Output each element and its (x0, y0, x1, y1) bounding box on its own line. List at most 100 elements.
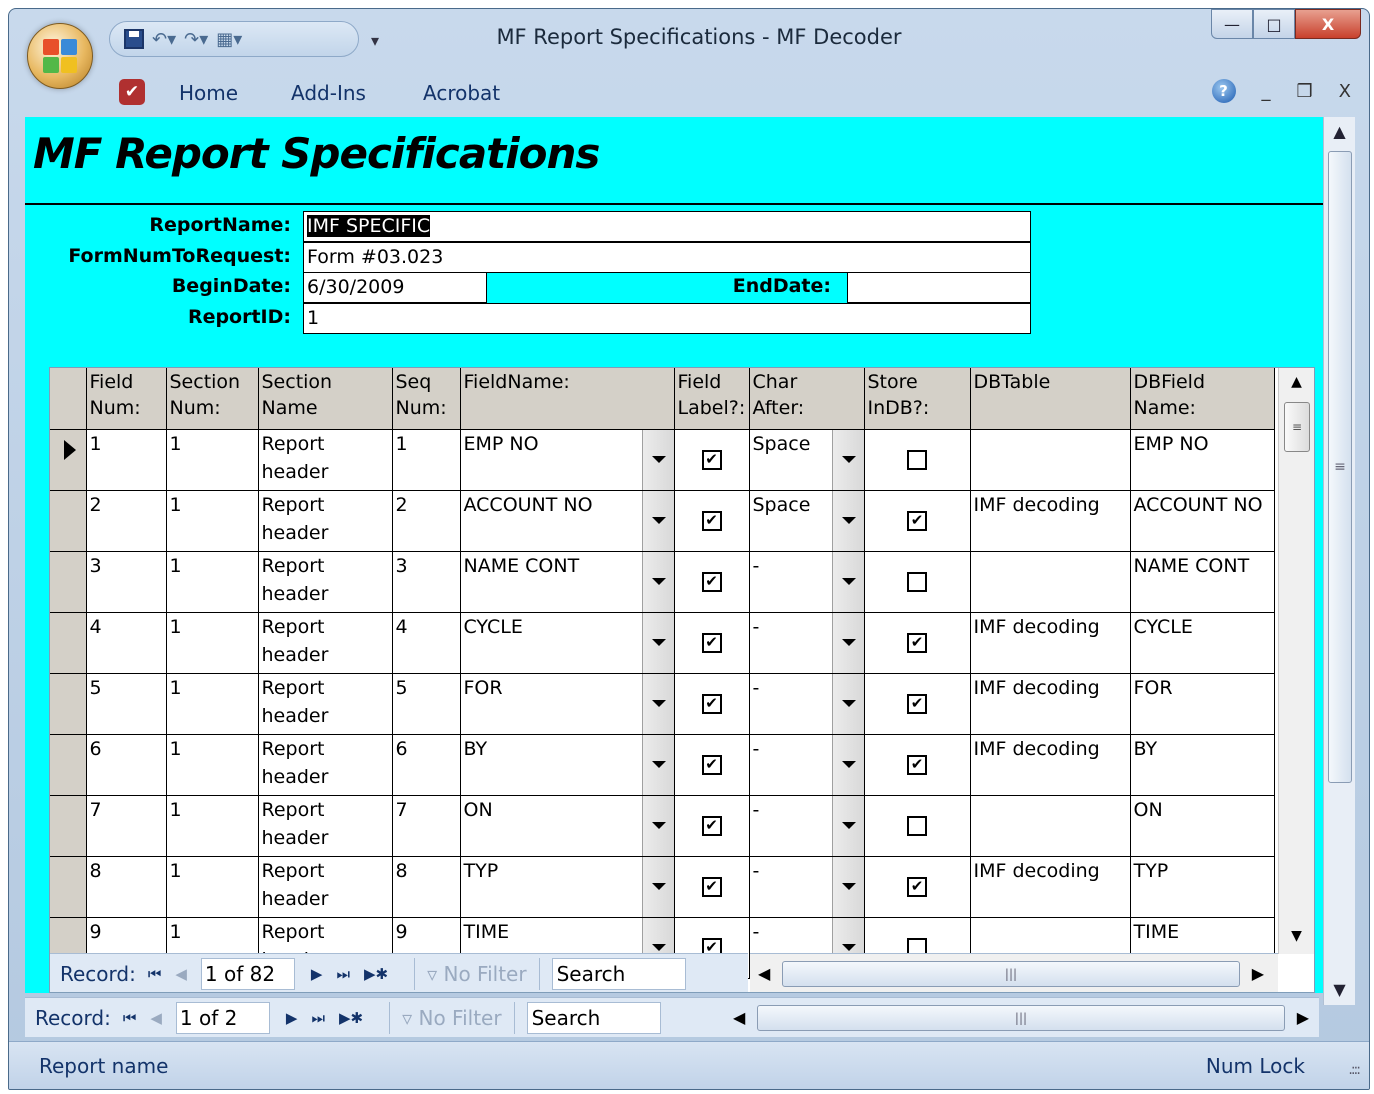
dropdown-arrow-icon[interactable] (641, 673, 674, 734)
maximize-button[interactable]: □ (1253, 9, 1295, 39)
form-vertical-scrollbar[interactable]: ▲ ≡ ▼ (1323, 117, 1355, 1005)
dropdown-arrow-icon[interactable] (831, 673, 864, 734)
cell-store-indb[interactable] (864, 795, 971, 857)
last-record-icon[interactable]: ⏭ (336, 965, 350, 983)
cell-field-name[interactable]: ACCOUNT NO (460, 490, 675, 552)
header-seq-num[interactable]: Seq Num: (392, 368, 461, 430)
header-dbfield[interactable]: DBField Name: (1130, 368, 1275, 430)
cell-dbfield[interactable]: EMP NO (1130, 429, 1275, 491)
cell-dbfield[interactable]: CYCLE (1130, 612, 1275, 674)
cell-dbfield[interactable]: NAME CONT (1130, 551, 1275, 613)
previous-record-icon[interactable]: ◀ (150, 1009, 162, 1027)
cell-field-label[interactable]: ✔ (674, 734, 750, 796)
cell-section-num[interactable]: 1 (166, 551, 259, 613)
cell-char-after[interactable]: - (749, 551, 865, 613)
cell-section-name[interactable]: Report header (258, 795, 393, 857)
first-record-icon[interactable]: ⏮ (148, 965, 162, 983)
field-label-checkbox[interactable]: ✔ (701, 876, 722, 897)
cell-field-name[interactable]: FOR (460, 673, 675, 735)
cell-section-num[interactable]: 1 (166, 673, 259, 735)
tab-home[interactable]: Home (179, 81, 238, 105)
table-row[interactable]: 3 1 Report header 3 NAME CONT ✔ - NAME CONT (50, 551, 1275, 613)
cell-field-label[interactable]: ✔ (674, 612, 750, 674)
new-record-icon[interactable]: ▶✱ (339, 1009, 363, 1027)
cell-char-after[interactable]: - (749, 795, 865, 857)
cell-field-num[interactable]: 5 (86, 673, 167, 735)
cell-field-num[interactable]: 7 (86, 795, 167, 857)
dropdown-arrow-icon[interactable] (831, 490, 864, 551)
cell-section-name[interactable]: Report header (258, 734, 393, 796)
cell-char-after[interactable]: - (749, 612, 865, 674)
cell-section-name[interactable]: Report header (258, 673, 393, 735)
row-selector[interactable] (50, 429, 87, 491)
search-input[interactable]: Search (551, 957, 686, 990)
previous-record-icon[interactable]: ◀ (175, 965, 187, 983)
row-selector[interactable] (50, 551, 87, 613)
store-indb-checkbox[interactable]: ✔ (907, 632, 927, 653)
row-selector[interactable] (50, 795, 87, 857)
doc-minimize-button[interactable]: _ (1262, 81, 1271, 102)
tab-add-ins[interactable]: Add-Ins (291, 81, 366, 105)
store-indb-checkbox[interactable]: ✔ (907, 876, 927, 897)
scroll-thumb[interactable]: ||| (757, 1004, 1285, 1031)
cell-store-indb[interactable]: ✔ (864, 490, 971, 552)
dropdown-arrow-icon[interactable] (641, 612, 674, 673)
scroll-left-icon[interactable]: ◀ (733, 1008, 745, 1027)
row-selector[interactable] (50, 734, 87, 796)
field-label-checkbox[interactable]: ✔ (701, 754, 722, 775)
row-selector[interactable] (50, 490, 87, 552)
search-input[interactable]: Search (526, 1001, 661, 1034)
begin-date-field[interactable]: 6/30/2009 (303, 272, 487, 303)
tab-acrobat[interactable]: Acrobat (423, 81, 500, 105)
cell-dbtable[interactable] (970, 795, 1131, 857)
table-row[interactable]: 5 1 Report header 5 FOR ✔ - ✔ IMF decoding FOR (50, 673, 1275, 735)
report-id-field[interactable]: 1 (303, 303, 1031, 334)
dropdown-arrow-icon[interactable] (641, 795, 674, 856)
minimize-button[interactable]: — (1211, 9, 1253, 39)
scroll-up-icon[interactable]: ▲ (1279, 374, 1314, 390)
header-field-label[interactable]: Field Label?: (674, 368, 750, 430)
store-indb-checkbox[interactable] (907, 449, 927, 470)
doc-restore-button[interactable]: ❒ (1297, 81, 1313, 102)
scroll-down-icon[interactable]: ▼ (1324, 975, 1355, 1005)
end-date-field[interactable] (847, 272, 1031, 303)
cell-dbfield[interactable]: BY (1130, 734, 1275, 796)
cell-field-label[interactable]: ✔ (674, 673, 750, 735)
scroll-thumb[interactable]: ||| (782, 960, 1240, 987)
doc-close-button[interactable]: X (1339, 81, 1351, 102)
store-indb-checkbox[interactable]: ✔ (907, 754, 927, 775)
cell-section-num[interactable]: 1 (166, 856, 259, 918)
cell-char-after[interactable]: - (749, 734, 865, 796)
dropdown-arrow-icon[interactable] (831, 856, 864, 917)
new-record-icon[interactable]: ▶✱ (364, 965, 388, 983)
cell-field-num[interactable]: 2 (86, 490, 167, 552)
cell-field-num[interactable]: 3 (86, 551, 167, 613)
store-indb-checkbox[interactable]: ✔ (907, 693, 927, 714)
subform-horizontal-scrollbar[interactable]: ◀ ||| ▶ (750, 953, 1278, 992)
cell-section-name[interactable]: Report header (258, 856, 393, 918)
table-row[interactable]: 1 1 Report header 1 EMP NO ✔ Space EMP NO (50, 429, 1275, 491)
cell-seq-num[interactable]: 8 (392, 856, 461, 918)
row-selector[interactable] (50, 612, 87, 674)
no-filter-button[interactable]: ▿ No Filter (427, 962, 527, 986)
table-row[interactable]: 6 1 Report header 6 BY ✔ - ✔ IMF decoding BY (50, 734, 1275, 796)
cell-field-name[interactable]: BY (460, 734, 675, 796)
cell-field-num[interactable]: 8 (86, 856, 167, 918)
field-label-checkbox[interactable]: ✔ (701, 510, 722, 531)
cell-field-label[interactable]: ✔ (674, 551, 750, 613)
cell-dbfield[interactable]: FOR (1130, 673, 1275, 735)
cell-section-num[interactable]: 1 (166, 734, 259, 796)
field-label-checkbox[interactable]: ✔ (701, 693, 722, 714)
cell-dbtable[interactable]: IMF decoding (970, 734, 1131, 796)
cell-dbtable[interactable] (970, 429, 1131, 491)
header-section-num[interactable]: Section Num: (166, 368, 259, 430)
cell-seq-num[interactable]: 6 (392, 734, 461, 796)
table-row[interactable]: 8 1 Report header 8 TYP ✔ - ✔ IMF decoding TYP (50, 856, 1275, 918)
cell-char-after[interactable]: Space (749, 490, 865, 552)
form-num-field[interactable]: Form #03.023 (303, 242, 1031, 273)
table-row[interactable]: 4 1 Report header 4 CYCLE ✔ - ✔ IMF decoding CYCLE (50, 612, 1275, 674)
dropdown-arrow-icon[interactable] (831, 551, 864, 612)
row-selector[interactable] (50, 856, 87, 918)
cell-seq-num[interactable]: 4 (392, 612, 461, 674)
scroll-up-icon[interactable]: ▲ (1324, 117, 1355, 147)
